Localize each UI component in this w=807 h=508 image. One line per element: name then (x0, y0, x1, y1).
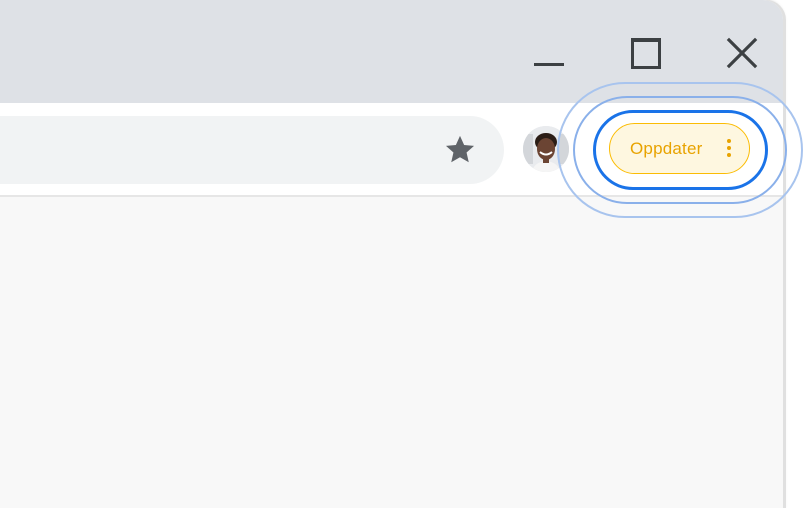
page-content (0, 197, 783, 508)
maximize-button[interactable] (618, 30, 674, 76)
kebab-menu-icon[interactable] (726, 139, 732, 159)
profile-photo (523, 126, 569, 172)
browser-window (0, 0, 783, 508)
minimize-button[interactable] (520, 36, 576, 76)
star-icon[interactable] (442, 132, 478, 168)
minimize-icon (534, 63, 564, 66)
avatar[interactable] (523, 126, 569, 172)
title-bar[interactable] (0, 0, 783, 103)
update-button-label: Oppdater (630, 139, 703, 158)
update-button[interactable]: Oppdater (609, 123, 750, 174)
address-bar[interactable] (0, 116, 504, 184)
close-icon (726, 37, 758, 69)
close-button[interactable] (716, 30, 772, 76)
maximize-icon (631, 38, 661, 69)
